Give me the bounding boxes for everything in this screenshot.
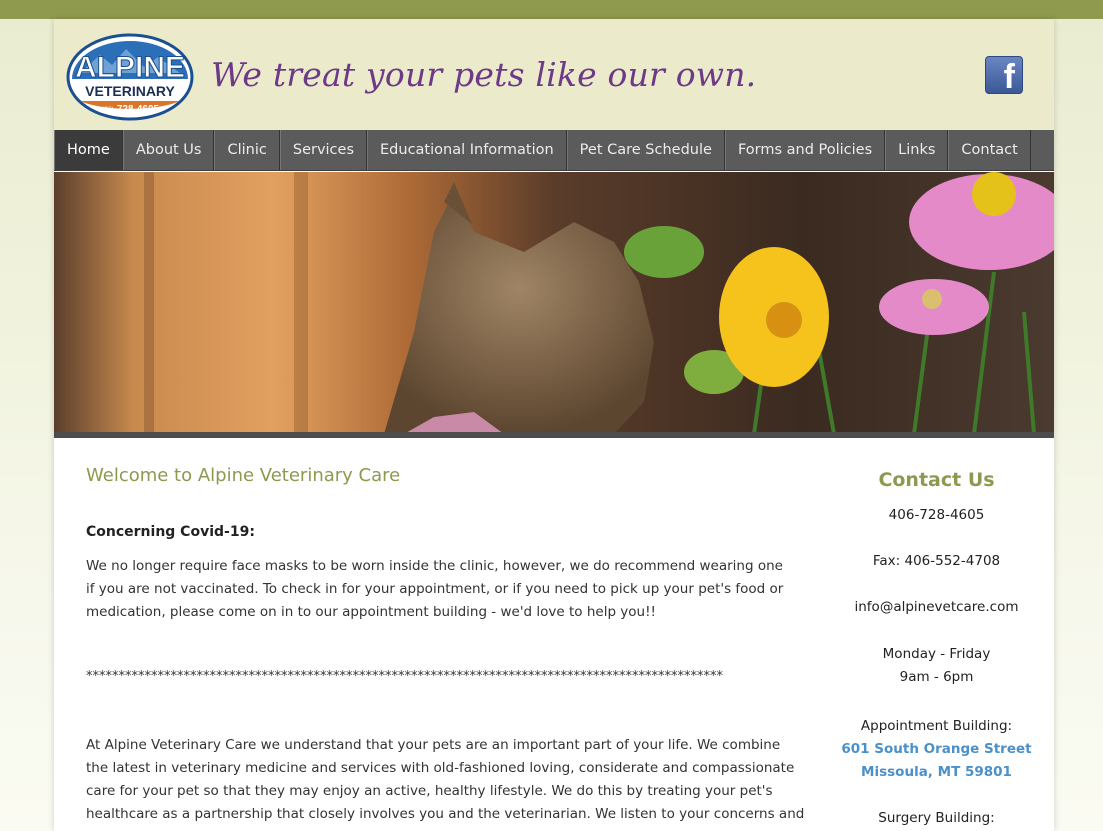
contact-phone: 406-728-4605 (888, 507, 985, 523)
contact-sidebar: Contact Us 406-728-4605 Fax: 406-552-470… (834, 465, 1039, 830)
page-container: ALPINE VETERINARY (406) 728-4605 We trea… (54, 19, 1054, 831)
nav-links[interactable]: Links (885, 130, 949, 170)
logo-brand-top: ALPINE (75, 51, 185, 84)
hero-image-cat-and-flowers (54, 172, 1054, 434)
appointment-street-link[interactable]: 601 South Orange Street (834, 738, 1039, 761)
appointment-city-link[interactable]: Missoula, MT 59801 (834, 761, 1039, 784)
contact-heading: Contact Us (878, 469, 995, 491)
nav-contact[interactable]: Contact (948, 130, 1031, 170)
separator-stars: ****************************************… (86, 669, 723, 684)
intro-paragraph: At Alpine Veterinary Care we understand … (86, 737, 805, 831)
alpine-logo[interactable]: ALPINE VETERINARY (406) 728-4605 (66, 33, 194, 121)
nav-pet-care-schedule[interactable]: Pet Care Schedule (566, 130, 725, 170)
covid-paragraph: We no longer require face masks to be wo… (86, 558, 784, 620)
main-content: Welcome to Alpine Veterinary Care Concer… (86, 465, 826, 831)
contact-fax: Fax: 406-552-4708 (872, 553, 1001, 569)
tagline: We treat your pets like our own. (211, 55, 757, 94)
top-strip (0, 0, 1103, 19)
page-title: Welcome to Alpine Veterinary Care (86, 465, 401, 486)
covid-heading: Concerning Covid-19: (86, 524, 255, 540)
logo-brand-bottom: VETERINARY (85, 83, 175, 99)
nav-services[interactable]: Services (279, 130, 368, 170)
hero-bottom-bar (54, 432, 1054, 438)
nav-about-us[interactable]: About Us (122, 130, 215, 170)
nav-home[interactable]: Home (54, 130, 123, 170)
nav-clinic[interactable]: Clinic (214, 130, 280, 170)
contact-email[interactable]: info@alpinevetcare.com (834, 596, 1039, 619)
logo-phone-prefix: (406) (98, 106, 113, 113)
appointment-building-label: Appointment Building: (860, 718, 1013, 734)
logo-phone: 728-4605 (117, 104, 160, 115)
surgery-building-label: Surgery Building: (878, 810, 995, 826)
hours-time: 9am - 6pm (899, 669, 974, 685)
header: ALPINE VETERINARY (406) 728-4605 We trea… (54, 19, 1054, 130)
facebook-icon[interactable]: f (985, 56, 1023, 94)
main-nav: Home About Us Clinic Services Educationa… (54, 130, 1054, 171)
nav-educational-information[interactable]: Educational Information (367, 130, 567, 170)
nav-forms-and-policies[interactable]: Forms and Policies (724, 130, 886, 170)
hours-days: Monday - Friday (882, 646, 991, 662)
